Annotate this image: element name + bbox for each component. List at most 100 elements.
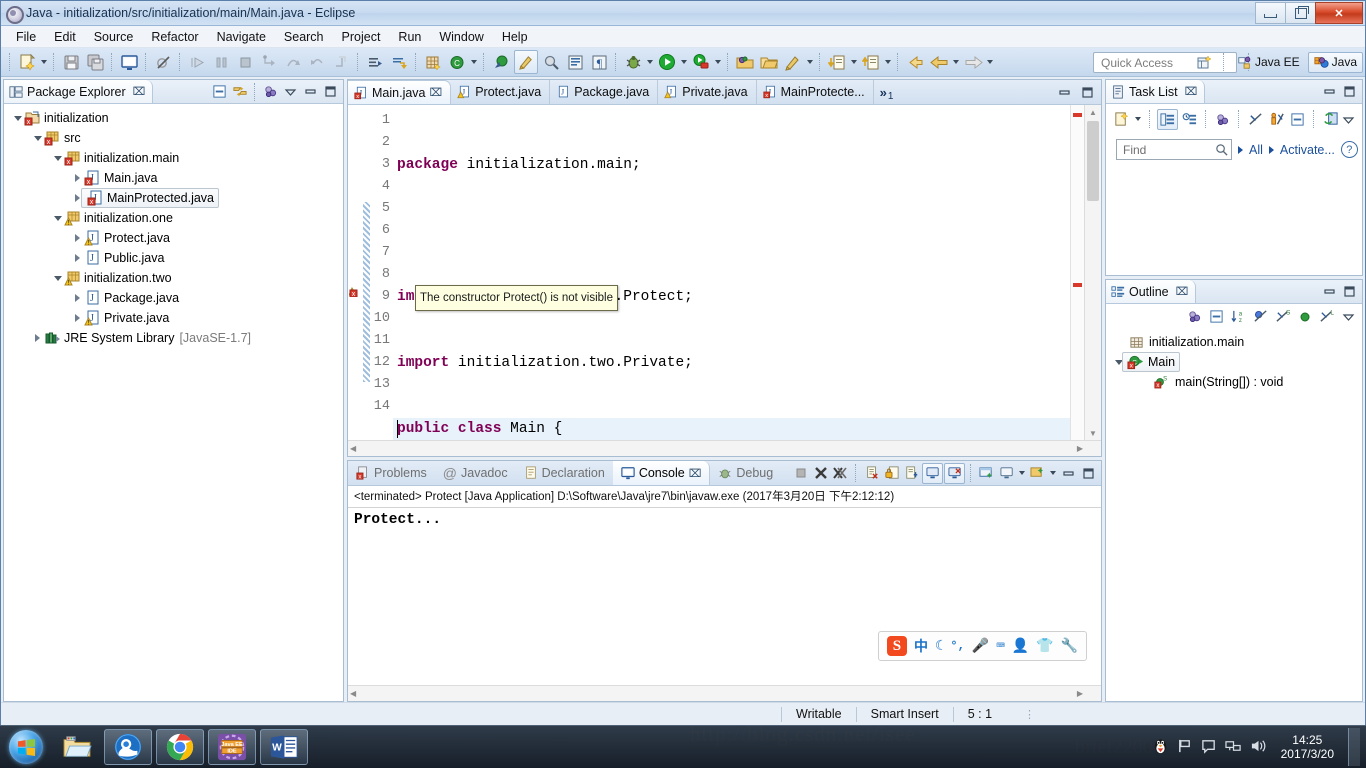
view-menu-icon[interactable] <box>1339 110 1358 129</box>
punctuation-icon[interactable]: °, <box>950 639 964 653</box>
scroll-lock-icon[interactable] <box>882 464 901 483</box>
schedule-icon[interactable] <box>1180 110 1199 129</box>
toggle-mark-occurrences-icon[interactable] <box>564 51 586 73</box>
taskbar-qq-browser[interactable] <box>104 729 152 765</box>
show-desktop-button[interactable] <box>1348 728 1360 766</box>
moon-icon[interactable]: ☾ <box>935 638 943 655</box>
menu-project[interactable]: Project <box>333 29 390 45</box>
console-horizontal-scrollbar[interactable]: ◀ ▶ <box>348 685 1101 701</box>
scroll-right-icon[interactable]: ▶ <box>1077 689 1083 698</box>
console-display-icon[interactable] <box>997 464 1016 483</box>
overview-error-mark-2[interactable] <box>1073 283 1082 287</box>
expand-all-arrow-icon[interactable] <box>1238 145 1243 154</box>
activate-arrow-icon[interactable] <box>1268 145 1274 154</box>
remove-launch-icon[interactable] <box>811 464 830 483</box>
collapse-all-icon[interactable] <box>1288 110 1307 129</box>
editor-tab-main-java[interactable]: Jx Main.java ⌧ <box>348 80 452 104</box>
tree-item-private-java[interactable]: J! Private.java <box>4 308 343 328</box>
tab-debug[interactable]: Debug <box>710 461 781 485</box>
start-button[interactable] <box>0 727 52 767</box>
filter-icon[interactable] <box>1246 110 1265 129</box>
maximize-button[interactable] <box>1285 2 1316 24</box>
taskbar-word[interactable]: W <box>260 729 308 765</box>
task-find-input[interactable]: Find <box>1116 139 1232 160</box>
focus-active-task-icon[interactable] <box>261 82 280 101</box>
tree-item-initialization[interactable]: x initialization <box>4 108 343 128</box>
maximize-icon[interactable] <box>321 82 340 101</box>
close-icon[interactable]: ⌧ <box>1176 285 1189 298</box>
skip-breakpoints-icon[interactable] <box>152 51 174 73</box>
overview-error-mark[interactable] <box>1073 113 1082 117</box>
minimize-button[interactable] <box>1255 2 1286 24</box>
new-folder-icon[interactable] <box>734 51 756 73</box>
close-icon[interactable]: ⌧ <box>430 86 443 99</box>
scrollbar-thumb[interactable] <box>1087 121 1099 201</box>
drop-to-frame-icon[interactable] <box>330 51 352 73</box>
suspend-icon[interactable] <box>210 51 232 73</box>
outline-tree[interactable]: initialization.main Cx Main <box>1106 329 1362 392</box>
error-marker-icon[interactable]: x <box>348 284 362 298</box>
run-icon[interactable] <box>656 51 678 73</box>
minimize-icon[interactable] <box>1059 464 1078 483</box>
view-menu-icon[interactable] <box>281 82 300 101</box>
open-console-icon[interactable] <box>944 462 965 484</box>
tab-console[interactable]: Console ⌧ <box>612 461 711 485</box>
tree-item-src[interactable]: x src <box>4 128 343 148</box>
expand-arrow-icon[interactable] <box>52 268 63 288</box>
expand-arrow-icon[interactable] <box>72 288 83 308</box>
taskbar-eclipse-javaee[interactable]: Java EE IDE <box>208 729 256 765</box>
scroll-down-icon[interactable]: ▼ <box>1085 426 1101 440</box>
hide-static-icon[interactable]: S <box>1273 307 1292 326</box>
console-toolbar-icon[interactable] <box>118 51 140 73</box>
open-console-dropdown-icon[interactable] <box>1048 462 1058 484</box>
scroll-up-icon[interactable]: ▲ <box>1085 105 1101 119</box>
person-filter-icon[interactable] <box>1267 110 1286 129</box>
flag-icon[interactable] <box>1177 738 1193 757</box>
java-browsing-icon[interactable] <box>514 50 538 74</box>
tab-problems[interactable]: x Problems <box>348 461 435 485</box>
expand-arrow-icon[interactable] <box>72 248 83 268</box>
display-selected-console-icon[interactable] <box>922 462 943 484</box>
expand-arrow-icon[interactable] <box>32 328 43 348</box>
categorize-icon[interactable] <box>1157 108 1178 130</box>
menu-source[interactable]: Source <box>85 29 143 45</box>
search-toolbar-icon[interactable] <box>540 51 562 73</box>
close-icon[interactable]: ⌧ <box>689 467 702 480</box>
maximize-icon[interactable] <box>1079 464 1098 483</box>
console-output[interactable]: Protect... S 中 ☾ °, 🎤 ⌨ 👤 👕 🔧 <box>348 508 1101 685</box>
tab-declaration[interactable]: Declaration <box>516 461 613 485</box>
resume-icon[interactable] <box>186 51 208 73</box>
new-task-icon[interactable] <box>1112 110 1131 129</box>
expand-arrow-icon[interactable] <box>72 228 83 248</box>
editor-horizontal-scrollbar[interactable]: ◀ ▶ <box>348 440 1101 456</box>
new-wizard-dropdown-icon[interactable] <box>39 51 49 73</box>
code-text[interactable]: package initialization.main; import init… <box>393 105 1101 440</box>
taskbar-clock[interactable]: 14:25 2017/3/20 <box>1275 733 1340 761</box>
run-dropdown-icon[interactable] <box>679 51 689 73</box>
menu-help[interactable]: Help <box>493 29 537 45</box>
new-java-class-icon[interactable]: C <box>446 51 468 73</box>
menu-edit[interactable]: Edit <box>45 29 85 45</box>
menu-run[interactable]: Run <box>389 29 430 45</box>
editor-tab-private-java[interactable]: J Private.java <box>658 80 757 104</box>
terminate-icon[interactable] <box>791 464 810 483</box>
open-console-menu-icon[interactable] <box>1028 464 1047 483</box>
show-whitespace-icon[interactable]: ¶ <box>588 51 610 73</box>
minimize-icon[interactable] <box>1055 83 1074 102</box>
skin-icon[interactable]: 👕 <box>1036 638 1053 655</box>
menu-file[interactable]: File <box>7 29 45 45</box>
collapse-all-icon[interactable] <box>210 82 229 101</box>
maximize-icon[interactable] <box>1078 83 1097 102</box>
microphone-icon[interactable]: 🎤 <box>972 638 989 655</box>
minimize-icon[interactable] <box>1320 82 1339 101</box>
menu-search[interactable]: Search <box>275 29 333 45</box>
package-explorer-tree[interactable]: x initialization x src x initialization.… <box>4 104 343 701</box>
save-icon[interactable] <box>60 51 82 73</box>
open-type-icon[interactable] <box>490 51 512 73</box>
remove-all-terminated-icon[interactable] <box>831 464 850 483</box>
sort-icon[interactable]: az <box>1229 307 1248 326</box>
editor-vertical-scrollbar[interactable]: ▲ ▼ <box>1084 105 1101 440</box>
collapse-all-icon[interactable] <box>1207 307 1226 326</box>
tab-package-explorer[interactable]: Package Explorer ⌧ <box>4 80 154 103</box>
maximize-icon[interactable] <box>1340 82 1359 101</box>
